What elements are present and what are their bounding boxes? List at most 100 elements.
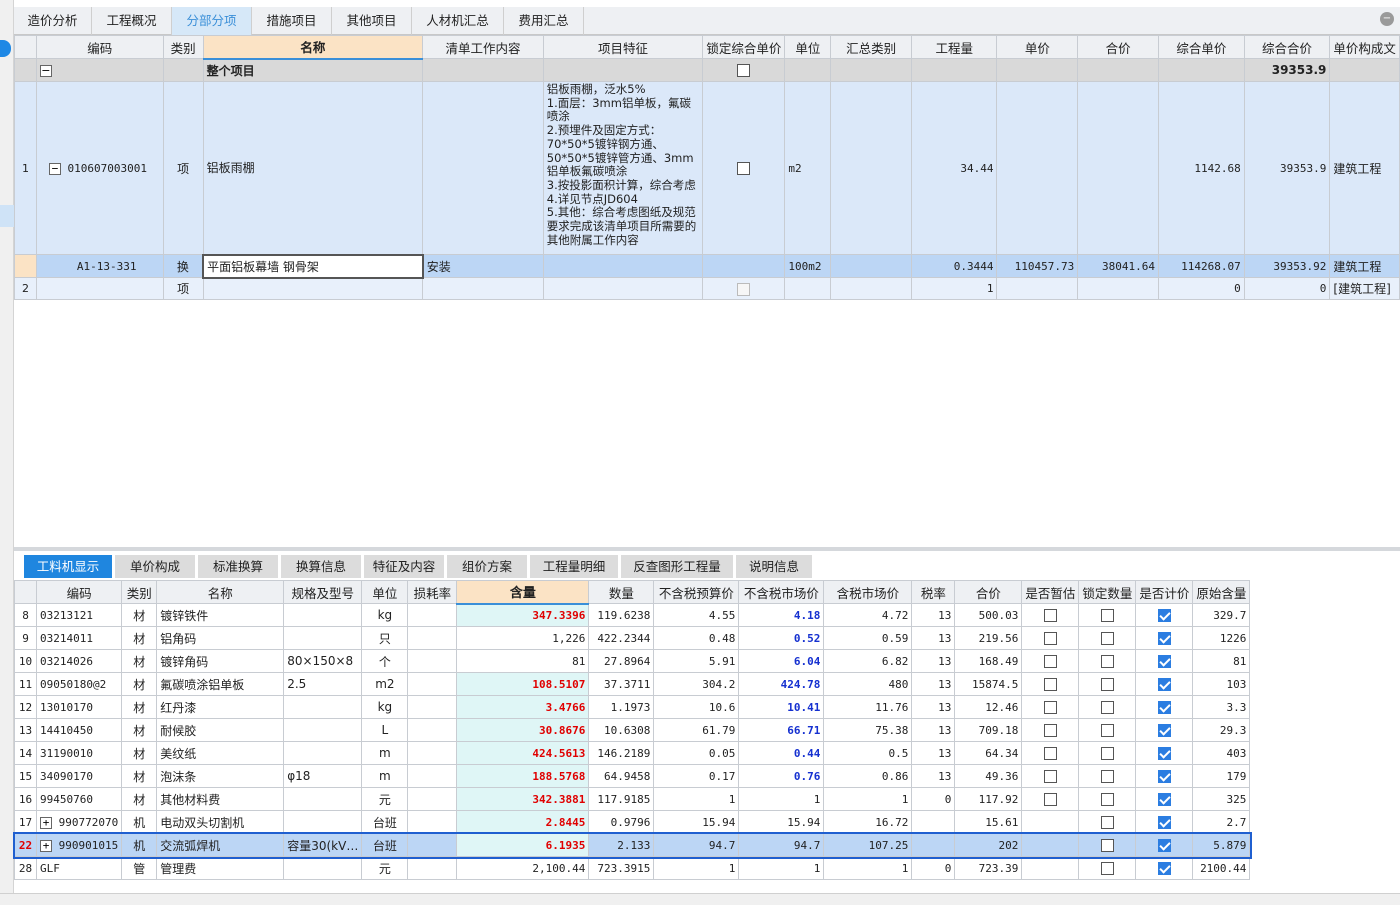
loss-rate[interactable] [407,764,458,788]
tax-rate[interactable]: 13 [911,695,956,719]
loss-rate[interactable] [407,626,458,650]
tab-measures[interactable]: 措施项目 [252,7,332,35]
material-row[interactable]: 13 14410450 材耐候胶 L 30.8676 10.6308 61.79 66.71 7… [14,718,1251,742]
lock-qty-checkbox[interactable] [1100,632,1114,645]
panel-toggle-icon[interactable] [0,40,11,57]
provisional-checkbox[interactable] [1043,655,1057,668]
tax-rate[interactable]: 0 [911,787,956,811]
tax-market-price[interactable]: 0.5 [823,741,913,765]
col-lock-price[interactable]: 锁定综合单价 [702,35,786,59]
material-name[interactable]: 镀锌角码 [156,649,285,673]
provisional-checkbox[interactable] [1043,701,1057,714]
collapse-icon[interactable]: − [48,162,61,175]
tax-rate[interactable]: 13 [911,764,956,788]
col-budget-price[interactable]: 不含税预算价 [653,580,740,604]
col-work-content[interactable]: 清单工作内容 [422,35,544,59]
material-name[interactable]: 电动双头切割机 [156,810,285,834]
provisional-checkbox[interactable] [1043,793,1057,806]
project-total-row[interactable]: − 整个项目 39353.9 [14,58,1400,82]
tax-rate[interactable]: 13 [911,649,956,673]
tab-labor-material-display[interactable]: 工料机显示 [24,555,112,578]
material-spec[interactable] [283,718,363,742]
tab-price-composition[interactable]: 单价构成 [115,555,195,578]
tax-rate[interactable]: 13 [911,718,956,742]
tax-market-price[interactable]: 480 [823,672,913,696]
priced-checkbox[interactable] [1157,839,1171,852]
loss-rate[interactable] [407,718,458,742]
close-panel-icon[interactable]: − [1380,12,1394,26]
material-name[interactable]: 氟碳喷涂铝单板 [156,672,285,696]
material-spec[interactable] [283,856,363,880]
tab-labor-material-summary[interactable]: 人材机汇总 [412,7,504,35]
material-name[interactable]: 耐候胶 [156,718,285,742]
market-price[interactable]: 94.7 [738,833,825,857]
material-spec[interactable] [283,695,363,719]
tax-rate[interactable]: 13 [911,603,956,627]
bill-item-row[interactable]: 1 − 010607003001 项 铝板雨棚 铝板雨棚，泛水5% 1.面层：3… [14,81,1400,255]
col-amount[interactable]: 数量 [588,580,655,604]
priced-checkbox[interactable] [1157,632,1171,645]
tax-market-price[interactable]: 1 [823,787,913,811]
col-content-qty[interactable]: 含量 [456,580,590,605]
tax-market-price[interactable]: 0.59 [823,626,913,650]
col-type[interactable]: 类别 [121,580,158,604]
content-quantity[interactable]: 30.8676 [456,718,590,742]
material-spec[interactable] [283,810,363,834]
market-price[interactable]: 0.76 [738,764,825,788]
priced-checkbox[interactable] [1157,770,1171,783]
material-name[interactable]: 镀锌铁件 [156,603,285,627]
provisional-checkbox[interactable] [1043,770,1057,783]
tab-pricing-scheme[interactable]: 组价方案 [447,555,527,578]
provisional-checkbox[interactable] [1043,678,1057,691]
col-type[interactable]: 类别 [162,35,204,59]
loss-rate[interactable] [407,787,458,811]
lock-qty-checkbox[interactable] [1100,816,1114,829]
tax-rate[interactable]: 13 [911,626,956,650]
col-loss-rate[interactable]: 损耗率 [407,580,458,604]
col-total[interactable]: 合价 [954,580,1023,604]
material-row[interactable]: 22 + 990901015 机交流弧焊机 容量30(kV… 台班 6.1935 2.133… [12,831,1252,859]
material-spec[interactable] [283,603,363,627]
quota-name-input[interactable]: 平面铝板幕墙 钢骨架 [202,253,424,279]
col-code[interactable]: 编码 [35,35,164,59]
col-market-price[interactable]: 不含税市场价 [738,580,825,604]
tab-other-items[interactable]: 其他项目 [332,7,412,35]
tax-market-price[interactable]: 11.76 [823,695,913,719]
material-row[interactable]: 15 34090170 材泡沫条 φ18 m 188.5768 64.9458 0.17 0.7… [14,764,1251,788]
col-orig-content[interactable]: 原始含量 [1192,580,1251,604]
tab-fee-summary[interactable]: 费用汇总 [504,7,584,35]
lock-qty-checkbox[interactable] [1100,724,1114,737]
material-spec[interactable] [283,626,363,650]
material-name[interactable]: 泡沫条 [156,764,285,788]
tax-market-price[interactable]: 75.38 [823,718,913,742]
col-features[interactable]: 项目特征 [542,35,704,59]
col-total[interactable]: 合价 [1077,35,1159,59]
material-row[interactable]: 9 03214011 材铝角码只 1,226 422.2344 0.48 0.52 0.59 1… [14,626,1251,650]
quota-row[interactable]: A1-13-331 换 平面铝板幕墙 钢骨架 安装 100m2 0.3444 1… [14,253,1400,279]
provisional-checkbox[interactable] [1043,747,1057,760]
col-price-composition[interactable]: 单价构成文 [1329,35,1400,59]
market-price[interactable]: 1 [738,856,825,880]
priced-checkbox[interactable] [1157,747,1171,760]
tax-market-price[interactable]: 107.25 [823,833,913,857]
tab-project-overview[interactable]: 工程概况 [92,7,172,35]
lock-qty-checkbox[interactable] [1100,862,1114,875]
tab-features-content[interactable]: 特征及内容 [364,555,444,578]
item-quantity[interactable]: 34.44 [910,81,998,255]
tab-quantity-detail[interactable]: 工程量明细 [530,555,618,578]
material-spec[interactable]: 容量30(kV… [283,833,363,857]
material-name[interactable]: 交流弧焊机 [156,833,285,857]
loss-rate[interactable] [407,672,458,696]
market-price[interactable]: 1 [738,787,825,811]
material-row[interactable]: 28 GLF 管管理费元 2,100.44 723.3915 1 1 1 0 723.39 2100… [14,856,1251,880]
tab-cost-analysis[interactable]: 造价分析 [14,7,92,35]
tax-rate[interactable] [911,833,956,857]
priced-checkbox[interactable] [1157,655,1171,668]
loss-rate[interactable] [407,856,458,880]
tax-market-price[interactable]: 1 [823,856,913,880]
material-spec[interactable]: φ18 [283,764,363,788]
lock-qty-checkbox[interactable] [1100,747,1114,760]
material-row[interactable]: 11 09050180@2 材氟碳喷涂铝单板 2.5 m2 108.5107 37.3711… [14,672,1251,696]
lock-qty-checkbox[interactable] [1100,655,1114,668]
lock-qty-checkbox[interactable] [1100,793,1114,806]
